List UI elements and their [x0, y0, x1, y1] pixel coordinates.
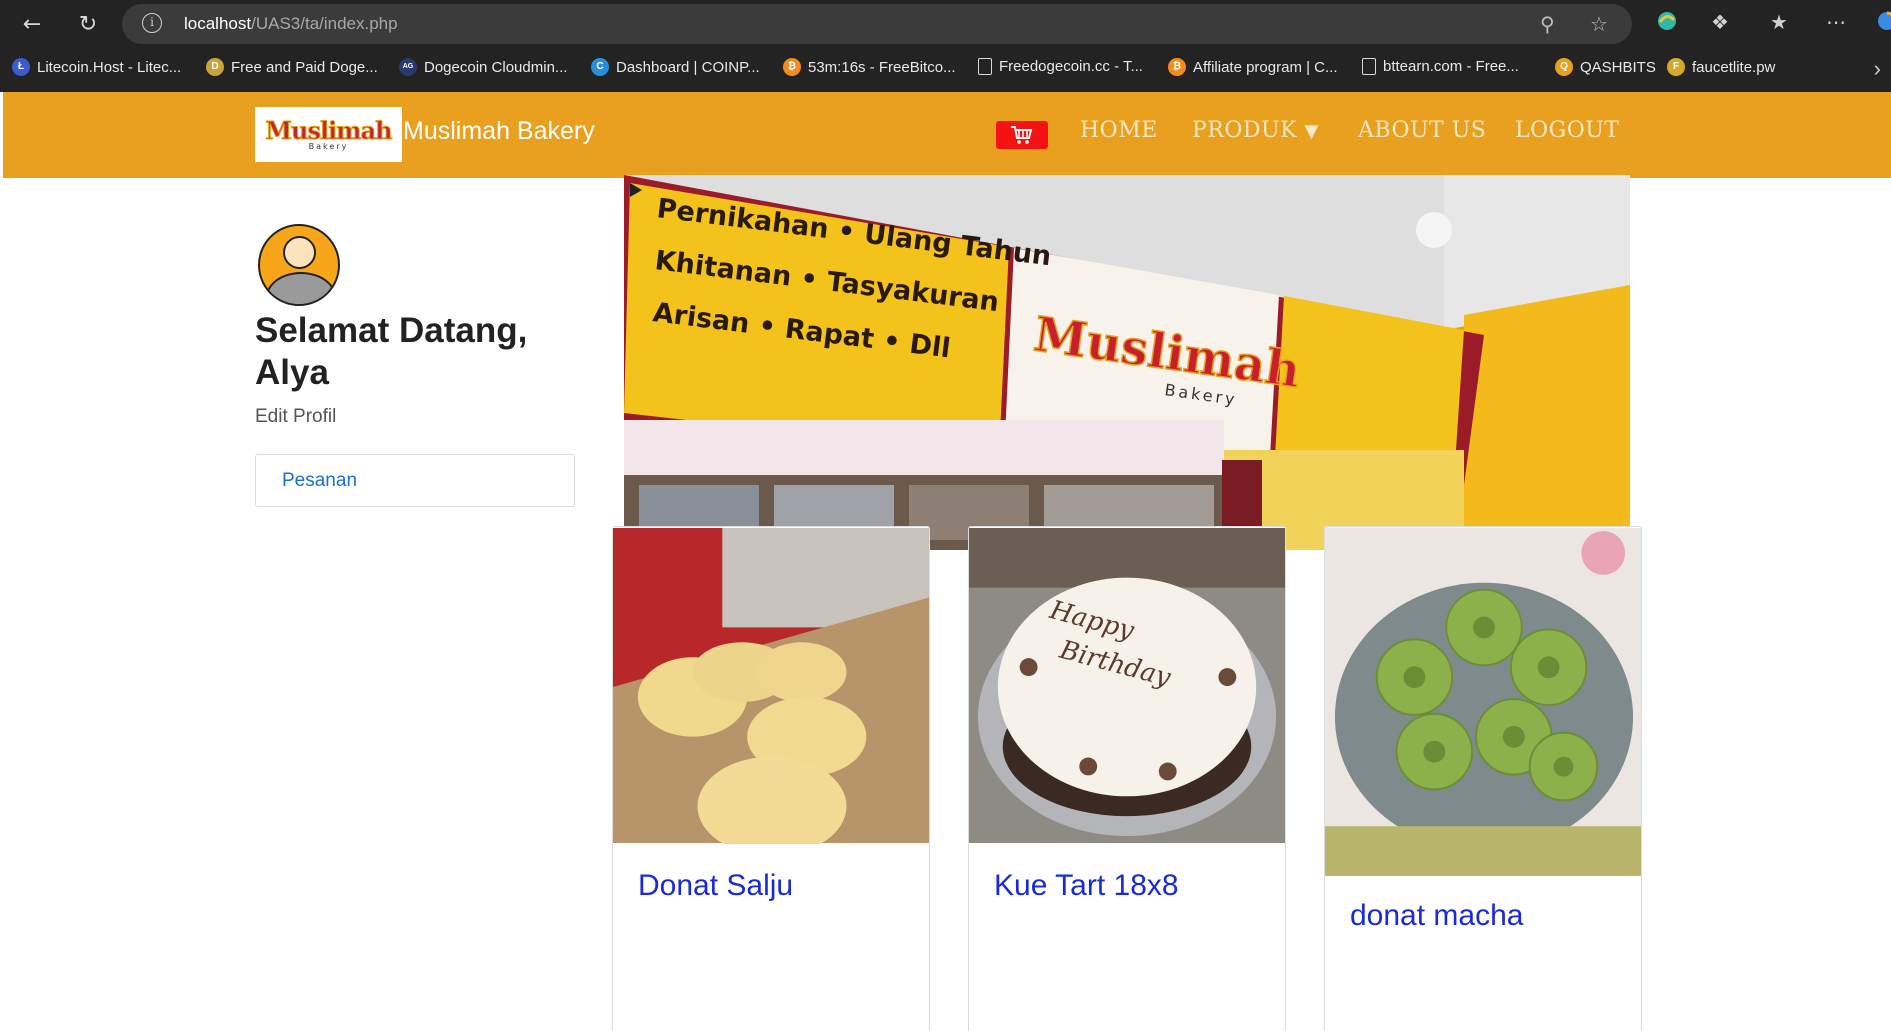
bookmark-label: Free and Paid Doge... [231, 58, 378, 76]
bookmark-label: Freedogecoin.cc - T... [999, 58, 1143, 75]
faucet-icon: F [1667, 58, 1685, 76]
url-path: /UAS3/ta/index.php [251, 14, 398, 33]
nav-logout[interactable]: LOGOUT [1515, 118, 1619, 143]
bookmark-item[interactable]: Freedogecoin.cc - T... [978, 58, 1143, 75]
logo-text: Muslimah [265, 115, 393, 145]
bookmark-item[interactable]: Ffaucetlite.pw [1667, 58, 1775, 76]
qashbits-icon: Q [1555, 58, 1573, 76]
chevron-right-icon[interactable]: › [1874, 56, 1881, 82]
site-navbar: Muslimah Bakery Muslimah Bakery HOME PRO… [3, 92, 1891, 178]
edit-profile-link[interactable]: Edit Profil [255, 406, 336, 428]
litecoin-icon: Ł [12, 58, 30, 76]
extensions-icon[interactable]: ❖ [1711, 10, 1729, 34]
dogecoin-icon: D [206, 58, 224, 76]
product-card[interactable]: Happy Birthday Kue Tart 18x8 [968, 526, 1286, 1031]
reload-icon[interactable]: ↻ [72, 8, 104, 40]
url-text[interactable]: localhost/UAS3/ta/index.php [184, 14, 398, 34]
bookmark-label: Dogecoin Cloudmin... [424, 58, 568, 76]
orders-link[interactable]: Pesanan [282, 470, 357, 492]
bookmark-label: bttearn.com - Free... [1383, 58, 1519, 75]
bookmark-label: QASHBITS [1580, 58, 1656, 76]
bookmarks-bar: Ł Litecoin.Host - Litec... D Free and Paid… [0, 52, 1891, 88]
bookmark-item[interactable]: AG Dogecoin Cloudmin... [399, 58, 567, 76]
site-info-icon[interactable]: i [142, 13, 162, 33]
url-host: localhost [184, 14, 252, 33]
hero-carousel[interactable]: Pernikahan • Ulang Tahun Khitanan • Tasy… [624, 175, 1630, 550]
bookmark-label: 53m:16s - FreeBitco... [808, 58, 956, 76]
edge-sidebar-icon[interactable] [1876, 10, 1891, 32]
bookmark-item[interactable]: D Free and Paid Doge... [206, 58, 378, 76]
key-icon[interactable]: ⚲ [1540, 12, 1555, 36]
coinpot-icon: C [591, 58, 609, 76]
back-icon[interactable]: ← [16, 8, 48, 40]
product-card[interactable]: Donat Salju [612, 526, 930, 1031]
bookmark-label: Affiliate program | C... [1193, 58, 1338, 76]
bookmark-item[interactable]: Ł Litecoin.Host - Litec... [12, 58, 181, 76]
bookmark-label: Dashboard | COINP... [616, 58, 760, 76]
bookmark-item[interactable]: ₿ Affiliate program | C... [1168, 58, 1338, 76]
product-title[interactable]: Donat Salju [638, 869, 793, 903]
product-image [1325, 528, 1641, 876]
copilot-icon[interactable] [1656, 10, 1678, 37]
bookmark-item[interactable]: ₿ 53m:16s - FreeBitco... [783, 58, 956, 76]
orders-list-item[interactable]: Pesanan [255, 454, 575, 507]
site-logo[interactable]: Muslimah Bakery [255, 107, 402, 162]
product-image: Happy Birthday [969, 527, 1285, 844]
bookmark-item[interactable]: Q QASHBITS [1555, 58, 1656, 76]
file-icon [978, 58, 992, 75]
browser-chrome: ← ↻ i localhost/UAS3/ta/index.php ⚲ ☆ ❖ … [0, 0, 1891, 92]
bookmark-label: Litecoin.Host - Litec... [37, 58, 182, 76]
bitcoin-icon: ₿ [1168, 58, 1186, 76]
product-title[interactable]: Kue Tart 18x8 [994, 869, 1179, 903]
favorites-icon[interactable]: ★ [1770, 10, 1788, 34]
nav-about-us[interactable]: ABOUT US [1358, 118, 1486, 143]
bitcoin-icon: ₿ [783, 58, 801, 76]
nav-produk-label: PRODUK [1192, 118, 1298, 143]
nav-produk[interactable]: PRODUK ▼ [1192, 118, 1319, 143]
more-menu-icon[interactable]: ⋯ [1826, 10, 1846, 34]
product-title[interactable]: donat macha [1350, 899, 1523, 933]
web-page: Muslimah Bakery Muslimah Bakery HOME PRO… [3, 92, 1891, 1031]
caret-down-icon: ▼ [1304, 121, 1319, 142]
welcome-heading: Selamat Datang, Alya [255, 311, 528, 392]
site-brand[interactable]: Muslimah Bakery [403, 117, 595, 146]
user-avatar-icon [258, 224, 340, 306]
bookmark-item[interactable]: C Dashboard | COINP... [591, 58, 760, 76]
cart-button[interactable] [996, 121, 1048, 149]
cloudmining-icon: AG [399, 58, 417, 76]
product-card[interactable]: donat macha [1324, 526, 1642, 1031]
bookmark-item[interactable]: bttearn.com - Free... [1362, 58, 1519, 75]
nav-home[interactable]: HOME [1080, 118, 1158, 143]
address-bar[interactable]: i localhost/UAS3/ta/index.php ⚲ ☆ [122, 4, 1632, 44]
bookmark-label: faucetlite.pw [1692, 58, 1776, 76]
carousel-slide-image: Pernikahan • Ulang Tahun Khitanan • Tasy… [624, 175, 1630, 550]
file-icon [1362, 58, 1376, 75]
product-image [613, 527, 929, 844]
favorite-star-icon[interactable]: ☆ [1590, 12, 1608, 36]
logo-subtext: Bakery [308, 141, 349, 151]
cart-icon [1011, 126, 1033, 144]
